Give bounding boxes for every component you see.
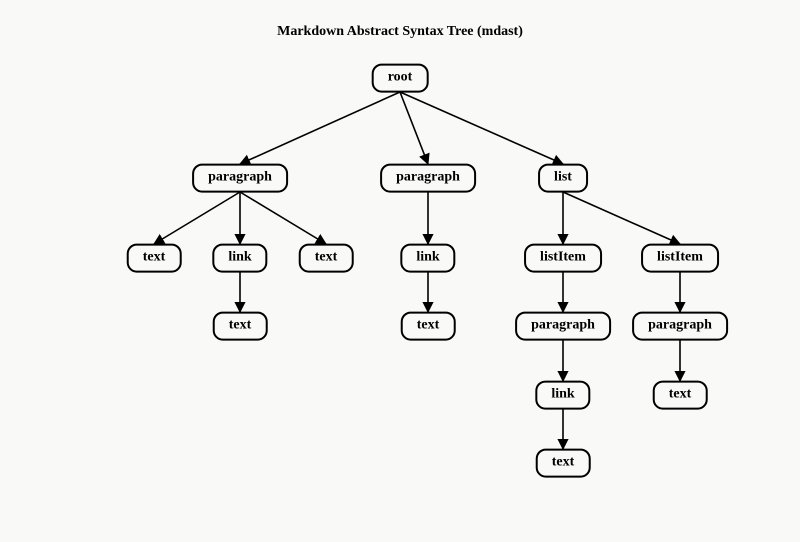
node-text: text — [536, 449, 591, 478]
node-paragraph: paragraph — [632, 312, 728, 341]
node-paragraph: paragraph — [192, 164, 288, 193]
diagram-title: Markdown Abstract Syntax Tree (mdast) — [0, 24, 800, 40]
node-link: link — [212, 244, 267, 273]
node-text: text — [653, 381, 708, 410]
node-paragraph: paragraph — [515, 312, 611, 341]
node-list: list — [538, 164, 588, 193]
node-link: link — [535, 381, 590, 410]
node-paragraph: paragraph — [380, 164, 476, 193]
node-text: text — [127, 244, 182, 273]
node-listitem: listItem — [641, 244, 719, 273]
node-text: text — [213, 312, 268, 341]
node-link: link — [400, 244, 455, 273]
node-root: root — [372, 64, 429, 93]
node-listitem: listItem — [524, 244, 602, 273]
node-text: text — [401, 312, 456, 341]
node-text: text — [299, 244, 354, 273]
